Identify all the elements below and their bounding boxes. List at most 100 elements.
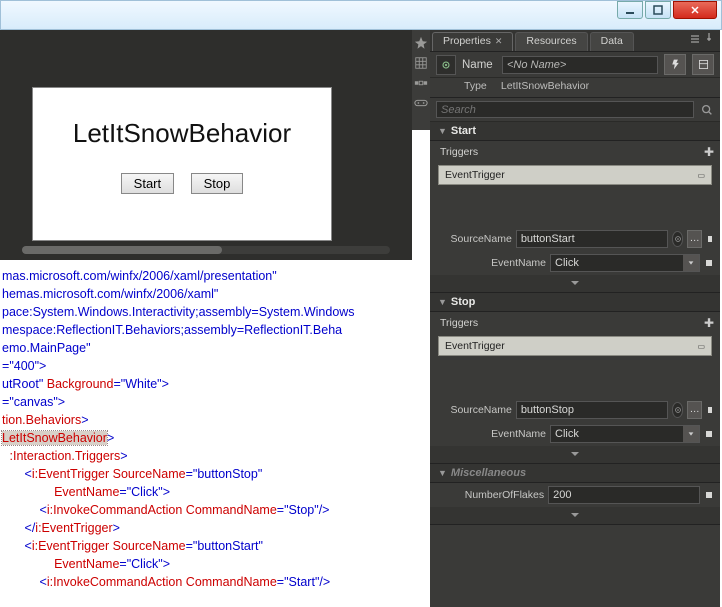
stop-button[interactable]: Stop bbox=[191, 173, 244, 194]
chevron-down-icon: ▼ bbox=[438, 468, 447, 478]
section-expander[interactable] bbox=[430, 446, 720, 464]
flakes-label: NumberOfFlakes bbox=[436, 489, 544, 501]
effects-icon[interactable] bbox=[414, 36, 428, 50]
code-text: mespace:ReflectionIT.Behaviors;assembly=… bbox=[2, 323, 342, 337]
panel-menu-icon[interactable] bbox=[690, 34, 700, 47]
add-trigger-button[interactable]: ✚ bbox=[704, 145, 714, 159]
artboard-title: LetItSnowBehavior bbox=[33, 88, 331, 149]
grid-icon[interactable] bbox=[414, 56, 428, 70]
code-text: mas.microsoft.com/winfx/2006/xaml/presen… bbox=[2, 269, 277, 283]
event-name-label: EventName bbox=[436, 428, 546, 440]
code-text: CommandName bbox=[182, 575, 276, 589]
code-text: tion.Behaviors bbox=[2, 413, 81, 427]
controller-icon[interactable] bbox=[414, 96, 428, 110]
code-text: EventName bbox=[2, 557, 119, 571]
code-text: CommandName bbox=[182, 503, 276, 517]
properties-panel: Properties✕ Resources Data Name Type Let… bbox=[430, 30, 720, 607]
code-text: i:InvokeCommandAction bbox=[47, 575, 182, 589]
code-text: "Stop" bbox=[284, 503, 319, 517]
code-text: "buttonStart" bbox=[193, 539, 263, 553]
chevron-down-icon[interactable] bbox=[683, 426, 699, 442]
minimize-button[interactable] bbox=[617, 1, 643, 19]
remove-trigger-icon[interactable]: ▭ bbox=[697, 171, 705, 180]
selected-element: LetItSnowBehavior bbox=[2, 431, 107, 445]
code-text: :Interaction.Triggers bbox=[10, 449, 121, 463]
tab-data[interactable]: Data bbox=[590, 32, 634, 51]
flakes-input[interactable] bbox=[548, 486, 700, 504]
code-text: pace:System.Windows.Interactivity;assemb… bbox=[2, 305, 355, 319]
code-text: SourceName bbox=[109, 467, 185, 481]
code-text: EventName bbox=[2, 485, 119, 499]
code-text: "Click" bbox=[127, 485, 163, 499]
section-expander[interactable] bbox=[430, 507, 720, 525]
code-text: = bbox=[113, 377, 120, 391]
triggers-label: Triggers bbox=[440, 146, 478, 158]
remove-trigger-icon[interactable]: ▭ bbox=[697, 342, 705, 351]
event-name-label: EventName bbox=[436, 257, 546, 269]
type-value: LetItSnowBehavior bbox=[501, 80, 589, 92]
code-text: "Click" bbox=[127, 557, 163, 571]
trigger-item-start[interactable]: EventTrigger▭ bbox=[438, 165, 712, 185]
pin-icon[interactable] bbox=[704, 32, 714, 45]
code-text: Background bbox=[43, 377, 113, 391]
close-button[interactable] bbox=[673, 1, 717, 19]
code-text: "canvas" bbox=[9, 395, 57, 409]
property-marker[interactable] bbox=[706, 431, 712, 437]
section-expander[interactable] bbox=[430, 275, 720, 293]
code-text: i:EventTrigger bbox=[32, 539, 109, 553]
source-name-input[interactable] bbox=[516, 401, 668, 419]
chevron-down-icon: ▼ bbox=[438, 126, 447, 136]
artboard[interactable]: LetItSnowBehavior Start Stop bbox=[33, 88, 331, 240]
panel-tabs: Properties✕ Resources Data bbox=[430, 30, 720, 52]
source-name-label: SourceName bbox=[436, 404, 512, 416]
code-text: "White" bbox=[121, 377, 162, 391]
trigger-item-stop[interactable]: EventTrigger▭ bbox=[438, 336, 712, 356]
xaml-editor[interactable]: mas.microsoft.com/winfx/2006/xaml/presen… bbox=[0, 260, 412, 607]
properties-view-button[interactable] bbox=[692, 54, 714, 75]
chevron-down-icon: ▼ bbox=[438, 297, 447, 307]
code-text: i:EventTrigger bbox=[35, 521, 112, 535]
event-name-combo[interactable]: Click bbox=[550, 254, 700, 272]
tab-resources[interactable]: Resources bbox=[515, 32, 587, 51]
code-text: i:InvokeCommandAction bbox=[47, 503, 182, 517]
close-icon[interactable]: ✕ bbox=[495, 36, 503, 46]
section-start-header[interactable]: ▼Start bbox=[430, 122, 720, 141]
snap-icon[interactable] bbox=[414, 76, 428, 90]
target-picker-icon[interactable] bbox=[672, 231, 684, 247]
design-toolstrip bbox=[412, 30, 430, 130]
target-picker-icon[interactable] bbox=[672, 402, 684, 418]
maximize-button[interactable] bbox=[645, 1, 671, 19]
start-button[interactable]: Start bbox=[121, 173, 174, 194]
events-view-button[interactable] bbox=[664, 54, 686, 75]
ellipsis-button[interactable]: … bbox=[687, 230, 701, 248]
tab-properties[interactable]: Properties✕ bbox=[432, 32, 513, 51]
code-text: hemas.microsoft.com/winfx/2006/xaml" bbox=[2, 287, 218, 301]
property-marker[interactable] bbox=[706, 260, 712, 266]
chevron-down-icon[interactable] bbox=[683, 255, 699, 271]
object-type-icon bbox=[436, 55, 456, 75]
name-label: Name bbox=[462, 59, 496, 71]
code-text: "Start" bbox=[284, 575, 319, 589]
source-name-label: SourceName bbox=[436, 233, 512, 245]
property-marker[interactable] bbox=[706, 492, 712, 498]
window-titlebar bbox=[0, 0, 722, 30]
event-name-combo[interactable]: Click bbox=[550, 425, 700, 443]
property-marker[interactable] bbox=[708, 407, 712, 413]
code-text: "buttonStop" bbox=[193, 467, 262, 481]
code-text: emo.MainPage" bbox=[2, 341, 91, 355]
property-marker[interactable] bbox=[708, 236, 712, 242]
design-surface: LetItSnowBehavior Start Stop bbox=[0, 30, 412, 260]
source-name-input[interactable] bbox=[516, 230, 668, 248]
triggers-label: Triggers bbox=[440, 317, 478, 329]
artboard-scrollbar[interactable] bbox=[22, 246, 390, 254]
code-text: i:EventTrigger bbox=[32, 467, 109, 481]
add-trigger-button[interactable]: ✚ bbox=[704, 316, 714, 330]
code-text: utRoot" bbox=[2, 377, 43, 391]
name-input[interactable] bbox=[502, 56, 658, 74]
section-stop-header[interactable]: ▼Stop bbox=[430, 293, 720, 312]
section-misc-header[interactable]: ▼Miscellaneous bbox=[430, 464, 720, 483]
search-icon[interactable] bbox=[700, 103, 714, 117]
ellipsis-button[interactable]: … bbox=[687, 401, 701, 419]
search-input[interactable] bbox=[436, 101, 694, 118]
code-text: "400" bbox=[9, 359, 39, 373]
